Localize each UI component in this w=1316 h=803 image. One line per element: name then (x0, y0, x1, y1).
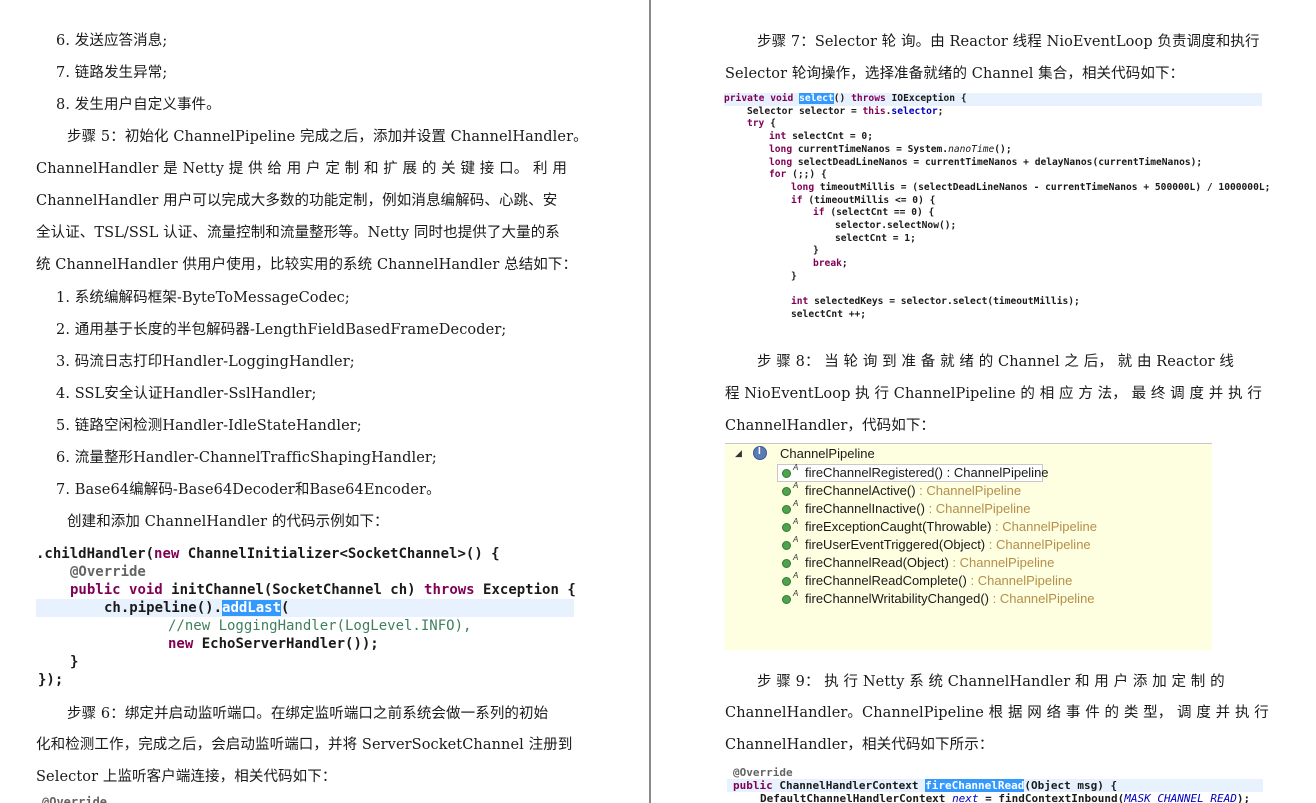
public-method-icon (782, 577, 791, 586)
list-item: 1. 系统编解码框架-ByteToMessageCodec; (56, 290, 350, 306)
abstract-marker: A (793, 553, 799, 562)
method-return-type: : ChannelPipeline (966, 573, 1073, 588)
method-return-type: : ChannelPipeline (989, 591, 1095, 606)
outline-view: ◢ ChannelPipeline AfireChannelRegistered… (725, 443, 1212, 650)
outline-method-item[interactable]: fireChannelRead(Object) : ChannelPipelin… (805, 554, 1054, 572)
list-item: 2. 通用基于长度的半包解码器-LengthFieldBasedFrameDec… (56, 322, 507, 338)
list-item: 5. 链路空闲检测Handler-IdleStateHandler; (56, 418, 362, 434)
method-return-type: : ChannelPipeline (943, 465, 1049, 480)
paragraph-line: 程 NioEventLoop 执 行 ChannelPipeline 的 相 应… (725, 386, 1263, 402)
method-return-type: : ChannelPipeline (924, 501, 1031, 516)
paragraph-line: 步骤 5：初始化 ChannelPipeline 完成之后，添加并设置 Chan… (67, 129, 588, 145)
paragraph-line: ChannelHandler。ChannelPipeline 根 据 网 络 事… (725, 705, 1269, 721)
list-item: 6. 流量整形Handler-ChannelTrafficShapingHand… (56, 450, 437, 466)
code-block-childhandler: .childHandler(new ChannelInitializer<Soc… (36, 546, 576, 688)
code-fragment: @Override (42, 795, 108, 803)
code-block-firechannelread: @Override public ChannelHandlerContext f… (727, 766, 1267, 803)
method-name: fireExceptionCaught(Throwable) (805, 519, 992, 534)
paragraph-line: 统 ChannelHandler 供用户使用，比较实用的系统 ChannelHa… (36, 257, 578, 273)
paragraph-line: ChannelHandler 是 Netty 提 供 给 用 户 定 制 和 扩… (36, 161, 567, 177)
paragraph-line: Selector 上监听客户端连接，相关代码如下： (36, 769, 337, 785)
paragraph-line: 步骤 6：绑定并启动监听端口。在绑定监听端口之前系统会做一系列的初始 (67, 706, 549, 722)
method-return-type: : ChannelPipeline (915, 483, 1022, 498)
list-item: 3. 码流日志打印Handler-LoggingHandler; (56, 354, 355, 370)
outline-method-item[interactable]: fireExceptionCaught(Throwable) : Channel… (805, 518, 1097, 536)
list-item: 7. Base64编解码-Base64Decoder和Base64Encoder… (56, 482, 441, 498)
selected-text: fireChannelRead (925, 779, 1025, 792)
paragraph-line: ChannelHandler，相关代码如下所示： (725, 737, 994, 753)
list-item: 8. 发生用户自定义事件。 (56, 97, 221, 113)
paragraph-line: 化和检测工作，完成之后，会启动监听端口，并将 ServerSocketChann… (36, 737, 573, 753)
abstract-marker: A (793, 481, 799, 490)
method-name: fireChannelReadComplete() (805, 573, 967, 588)
public-method-icon (782, 541, 791, 550)
paragraph-line: ChannelHandler，代码如下： (725, 418, 936, 434)
list-item: 7. 链路发生异常; (56, 65, 168, 81)
public-method-icon (782, 595, 791, 604)
abstract-marker: A (793, 517, 799, 526)
paragraph-line: 步 骤 8： 当 轮 询 到 准 备 就 绪 的 Channel 之 后， 就 … (757, 354, 1235, 370)
public-method-icon (782, 505, 791, 514)
interface-icon (753, 446, 767, 460)
paragraph-line: 全认证、TSL/SSL 认证、流量控制和流量整形等。Netty 同时也提供了大量… (36, 225, 560, 241)
public-method-icon (782, 487, 791, 496)
paragraph-line: ChannelHandler 用户可以完成大多数的功能定制，例如消息编解码、心跳… (36, 193, 558, 209)
method-return-type: : ChannelPipeline (991, 519, 1097, 534)
abstract-marker: A (793, 463, 799, 472)
method-name: fireChannelRead(Object) (805, 555, 949, 570)
abstract-marker: A (793, 499, 799, 508)
method-name: fireChannelWritabilityChanged() (805, 591, 990, 606)
right-page: 步骤 7：Selector 轮 询。由 Reactor 线程 NioEventL… (651, 0, 1316, 803)
list-item: 6. 发送应答消息; (56, 33, 168, 49)
list-item: 4. SSL安全认证Handler-SslHandler; (56, 386, 317, 402)
code-block-select: private void select() throws IOException… (724, 93, 1271, 320)
method-return-type: : ChannelPipeline (948, 555, 1055, 570)
method-name: fireChannelRegistered() (805, 465, 944, 480)
outline-method-item[interactable]: fireChannelRegistered() : ChannelPipelin… (805, 464, 1049, 482)
method-return-type: : ChannelPipeline (985, 537, 1091, 552)
collapse-triangle-icon[interactable]: ◢ (735, 448, 742, 459)
method-name: fireUserEventTriggered(Object) (805, 537, 986, 552)
paragraph-line: Selector 轮询操作，选择准备就绪的 Channel 集合，相关代码如下： (725, 66, 1185, 82)
selected-text: select (799, 93, 834, 104)
left-page: 6. 发送应答消息; 7. 链路发生异常; 8. 发生用户自定义事件。 步骤 5… (0, 0, 649, 803)
selected-text: addLast (222, 600, 282, 616)
abstract-marker: A (793, 589, 799, 598)
method-name: fireChannelActive() (805, 483, 916, 498)
method-name: fireChannelInactive() (805, 501, 925, 516)
public-method-icon (782, 559, 791, 568)
outline-method-item[interactable]: fireUserEventTriggered(Object) : Channel… (805, 536, 1091, 554)
abstract-marker: A (793, 571, 799, 580)
outline-method-item[interactable]: fireChannelActive() : ChannelPipeline (805, 482, 1021, 500)
outline-method-item[interactable]: fireChannelReadComplete() : ChannelPipel… (805, 572, 1072, 590)
paragraph-line: 步 骤 9： 执 行 Netty 系 统 ChannelHandler 和 用 … (757, 674, 1225, 690)
abstract-marker: A (793, 535, 799, 544)
outline-root[interactable]: ChannelPipeline (780, 445, 875, 463)
outline-method-item[interactable]: fireChannelWritabilityChanged() : Channe… (805, 590, 1095, 608)
code-intro: 创建和添加 ChannelHandler 的代码示例如下： (67, 514, 389, 530)
public-method-icon (782, 523, 791, 532)
paragraph-line: 步骤 7：Selector 轮 询。由 Reactor 线程 NioEventL… (757, 34, 1260, 50)
outline-method-item[interactable]: fireChannelInactive() : ChannelPipeline (805, 500, 1030, 518)
public-method-icon (782, 469, 791, 478)
